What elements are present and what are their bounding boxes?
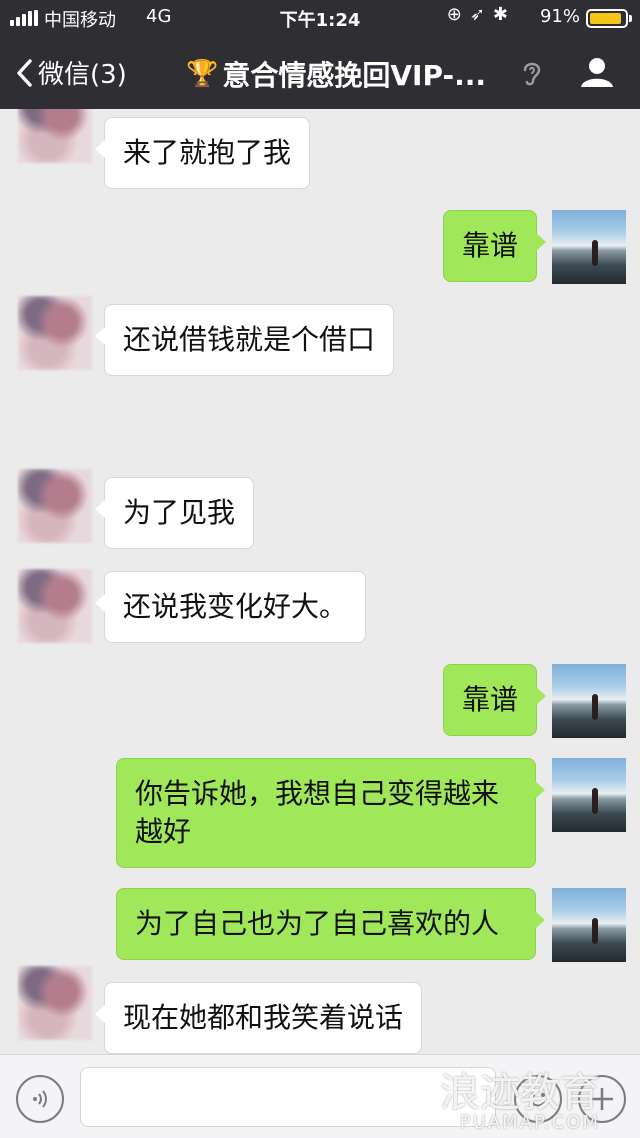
message-bubble-incoming[interactable]: 还说借钱就是个借口: [94, 304, 395, 376]
status-bar: 中国移动 4G 下午1:24 ⊕➶✱ 91%: [0, 0, 640, 36]
message-list[interactable]: 来了就抱了我 靠谱 还说借钱就是个借口 为了见我 还说我变化好大。 靠谱 你告诉…: [0, 109, 640, 1054]
voice-button[interactable]: [16, 1075, 64, 1123]
plus-button[interactable]: [578, 1075, 626, 1123]
message-bubble-outgoing[interactable]: 你告诉她，我想自己变得越来越好: [116, 758, 545, 868]
chat-title-text: 意合情感挽回VIP-...: [222, 59, 487, 92]
message-bubble-outgoing[interactable]: 靠谱: [443, 664, 547, 736]
message-bubble-incoming[interactable]: 为了见我: [94, 477, 255, 549]
location-icon: ➶: [469, 4, 493, 25]
message-bubble-outgoing[interactable]: 为了自己也为了自己喜欢的人: [116, 888, 545, 960]
emoji-button[interactable]: [514, 1075, 562, 1123]
message-input[interactable]: [80, 1067, 496, 1127]
top-bar: 中国移动 4G 下午1:24 ⊕➶✱ 91% 微信(3) 🏆 意合情感挽回VIP…: [0, 0, 640, 109]
emoji-icon: [530, 1093, 546, 1107]
message-bubble-incoming[interactable]: 来了就抱了我: [94, 117, 311, 189]
chevron-left-icon: [17, 58, 32, 87]
person-icon[interactable]: [580, 56, 614, 88]
battery-percent: 91%: [539, 6, 580, 27]
contact-avatar[interactable]: [18, 109, 92, 163]
back-button[interactable]: 微信(3): [16, 54, 127, 91]
contact-avatar[interactable]: [18, 296, 92, 370]
message-bubble-outgoing[interactable]: 靠谱: [443, 210, 547, 282]
ear-icon: [523, 62, 541, 86]
my-avatar[interactable]: [552, 210, 626, 284]
contact-avatar[interactable]: [18, 966, 92, 1040]
my-avatar[interactable]: [552, 664, 626, 738]
message-bubble-incoming[interactable]: 现在她都和我笑着说话: [94, 982, 423, 1054]
contact-avatar[interactable]: [18, 569, 92, 643]
lock-rotation-icon: ⊕: [446, 4, 470, 25]
chat-title: 🏆 意合情感挽回VIP-...: [186, 54, 486, 94]
input-bar: [0, 1054, 640, 1138]
voice-icon: [33, 1090, 47, 1108]
plus-icon: [591, 1088, 613, 1110]
message-bubble-incoming[interactable]: 还说我变化好大。: [94, 571, 367, 643]
battery-fill: [590, 13, 621, 24]
back-label: 微信(3): [38, 60, 127, 90]
trophy-icon: 🏆: [186, 59, 219, 89]
contact-avatar[interactable]: [18, 469, 92, 543]
battery-icon: [586, 9, 632, 28]
my-avatar[interactable]: [552, 888, 626, 962]
my-avatar[interactable]: [552, 758, 626, 832]
bluetooth-icon: ✱: [492, 4, 516, 25]
nav-bar: 微信(3) 🏆 意合情感挽回VIP-...: [0, 36, 640, 109]
